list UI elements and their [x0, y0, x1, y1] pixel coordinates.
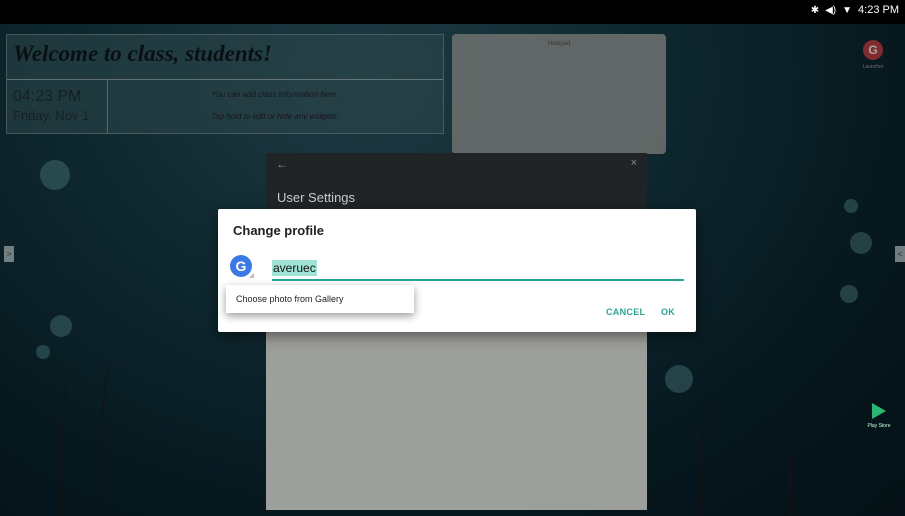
- avatar-dropdown-indicator: [249, 273, 254, 278]
- profile-name-input[interactable]: [272, 259, 684, 281]
- play-store-icon: [872, 403, 886, 419]
- status-time: 4:23 PM: [858, 4, 899, 16]
- selected-name-text: averuec: [272, 260, 317, 276]
- volume-icon: ◀): [825, 4, 837, 16]
- play-store-label: Play Store: [867, 423, 891, 429]
- choose-photo-gallery-item[interactable]: Choose photo from Gallery: [236, 294, 344, 304]
- close-icon[interactable]: ×: [631, 157, 637, 169]
- cancel-button[interactable]: CANCEL: [606, 307, 645, 317]
- ok-button[interactable]: OK: [661, 307, 675, 317]
- dialog-title: Change profile: [233, 223, 325, 238]
- change-profile-dialog: Change profile G averuec CANCEL OK: [218, 209, 696, 332]
- right-edge-arrow-icon[interactable]: <: [895, 246, 905, 262]
- left-edge-arrow-icon[interactable]: >: [4, 246, 14, 262]
- back-arrow-icon[interactable]: ←: [276, 157, 288, 171]
- play-store-shortcut[interactable]: Play Store: [866, 403, 892, 429]
- wifi-icon: ▼: [842, 4, 853, 16]
- status-icons: ✱ ◀) ▼ 4:23 PM: [811, 4, 899, 16]
- bluetooth-icon: ✱: [810, 4, 820, 16]
- user-settings-panel: ← × User Settings: [266, 153, 647, 213]
- photo-popup-menu: Choose photo from Gallery: [226, 285, 414, 313]
- status-bar: ✱ ◀) ▼ 4:23 PM: [0, 0, 905, 24]
- settings-title: User Settings: [277, 190, 356, 205]
